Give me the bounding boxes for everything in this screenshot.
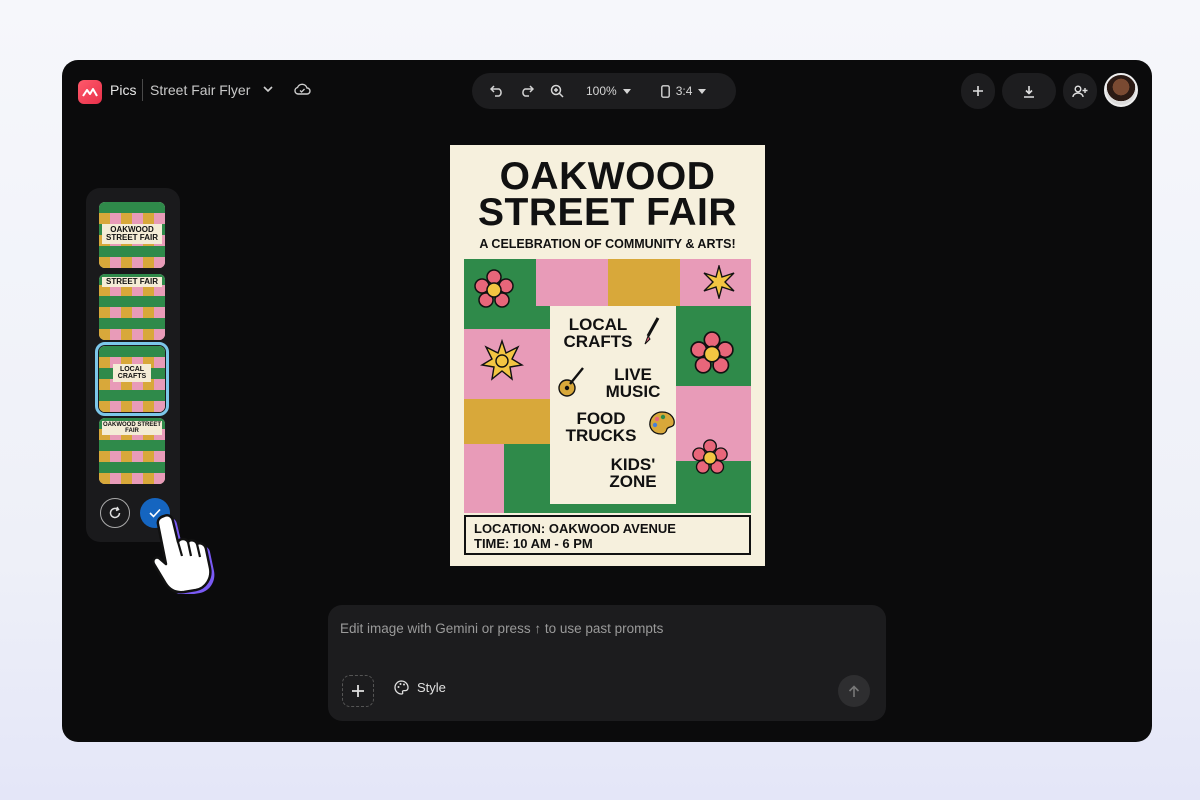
aspect-ratio-dropdown[interactable]: 3:4 [660,84,707,98]
regenerate-button[interactable] [100,498,130,528]
undo-button[interactable] [482,76,512,106]
flower-icon [690,331,734,374]
plus-icon [352,685,364,697]
divider [142,79,143,101]
caret-down-icon [622,88,631,94]
tile [608,259,680,306]
user-avatar[interactable] [1104,73,1138,107]
palette-icon [649,411,675,435]
pics-logo-icon [78,80,102,104]
hand-pointer-icon [152,513,215,594]
thumbnail-title: STREET FAIR [102,277,162,287]
tile [464,399,550,444]
features-panel: LOCAL CRAFTS LIVE MUSIC FOOD TRUCKS KIDS… [550,306,676,504]
editor-toolbar: 100% 3:4 [472,73,736,109]
share-button[interactable] [1063,73,1097,109]
thumbnail-title: LOCAL CRAFTS [113,364,151,382]
phone-portrait-icon [660,84,670,98]
flower-icon [474,269,514,308]
flyer-pattern-grid: LOCAL CRAFTS LIVE MUSIC FOOD TRUCKS KIDS… [464,259,751,513]
guitar-icon [558,367,584,397]
caret-down-icon [698,88,707,94]
plus-icon [973,86,983,96]
starburst-icon [703,265,735,299]
thumbnail-4[interactable]: OAKWOOD STREET FAIR [99,418,165,484]
cloud-saved-icon[interactable] [292,80,312,98]
thumbnail-3-selected[interactable]: LOCAL CRAFTS [95,342,169,416]
arrow-up-icon [848,684,860,697]
sun-flower-icon [480,339,524,381]
thumbnail-1[interactable]: OAKWOOD STREET FAIR [99,202,165,268]
flower-icon [692,439,728,474]
prompt-input[interactable] [340,617,870,639]
event-location: LOCATION: OAKWOOD AVENUE [474,521,676,536]
send-button[interactable] [838,675,870,707]
thumbnail-title: OAKWOOD STREET FAIR [102,421,162,435]
redo-button[interactable] [512,76,542,106]
undo-icon [490,85,502,97]
add-attachment-button[interactable] [342,675,374,707]
app-window: Pics Street Fair Flyer 100% 3:4 OAKWOOD … [62,60,1152,742]
paintbrush-icon [644,317,660,345]
feature-kids-zone: KIDS' ZONE [609,455,657,491]
add-button[interactable] [961,73,995,109]
person-add-icon [1072,85,1088,97]
flyer-title-line-2: STREET FAIR [477,191,738,234]
feature-food-trucks: FOOD TRUCKS [565,409,637,445]
flyer-canvas[interactable]: OAKWOOD STREET FAIR A CELEBRATION OF COM… [450,145,765,566]
zoom-level-dropdown[interactable]: 100% [586,84,631,98]
prompt-box: Style [328,605,886,721]
feature-live-music: LIVE MUSIC [605,365,661,401]
flyer-title: OAKWOOD STREET FAIR [450,155,765,234]
thumbnail-title: OAKWOOD STREET FAIR [102,224,162,244]
thumbnail-2[interactable]: STREET FAIR [99,274,165,340]
refresh-icon [109,506,121,519]
style-button[interactable]: Style [394,680,446,695]
variations-panel: OAKWOOD STREET FAIR STREET FAIR LOCAL CR… [86,188,180,542]
download-icon [1024,85,1034,98]
zoom-in-icon [550,84,564,98]
flyer-subtitle: A CELEBRATION OF COMMUNITY & ARTS! [479,237,736,251]
palette-icon [394,680,409,695]
feature-local-crafts: LOCAL CRAFTS [563,315,633,351]
tile [536,259,608,306]
chevron-down-icon[interactable] [260,80,276,98]
download-button[interactable] [1002,73,1056,109]
document-title[interactable]: Street Fair Flyer [150,82,250,98]
flyer-title-line-1: OAKWOOD [499,155,716,198]
tile [464,444,504,513]
zoom-level: 100% [586,84,617,98]
zoom-button[interactable] [542,76,572,106]
redo-icon [522,85,534,97]
style-label: Style [417,680,446,695]
event-time: TIME: 10 AM - 6 PM [474,536,593,551]
event-info-box: LOCATION: OAKWOOD AVENUE TIME: 10 AM - 6… [464,515,751,555]
aspect-ratio-value: 3:4 [675,84,693,98]
app-name: Pics [110,82,137,98]
